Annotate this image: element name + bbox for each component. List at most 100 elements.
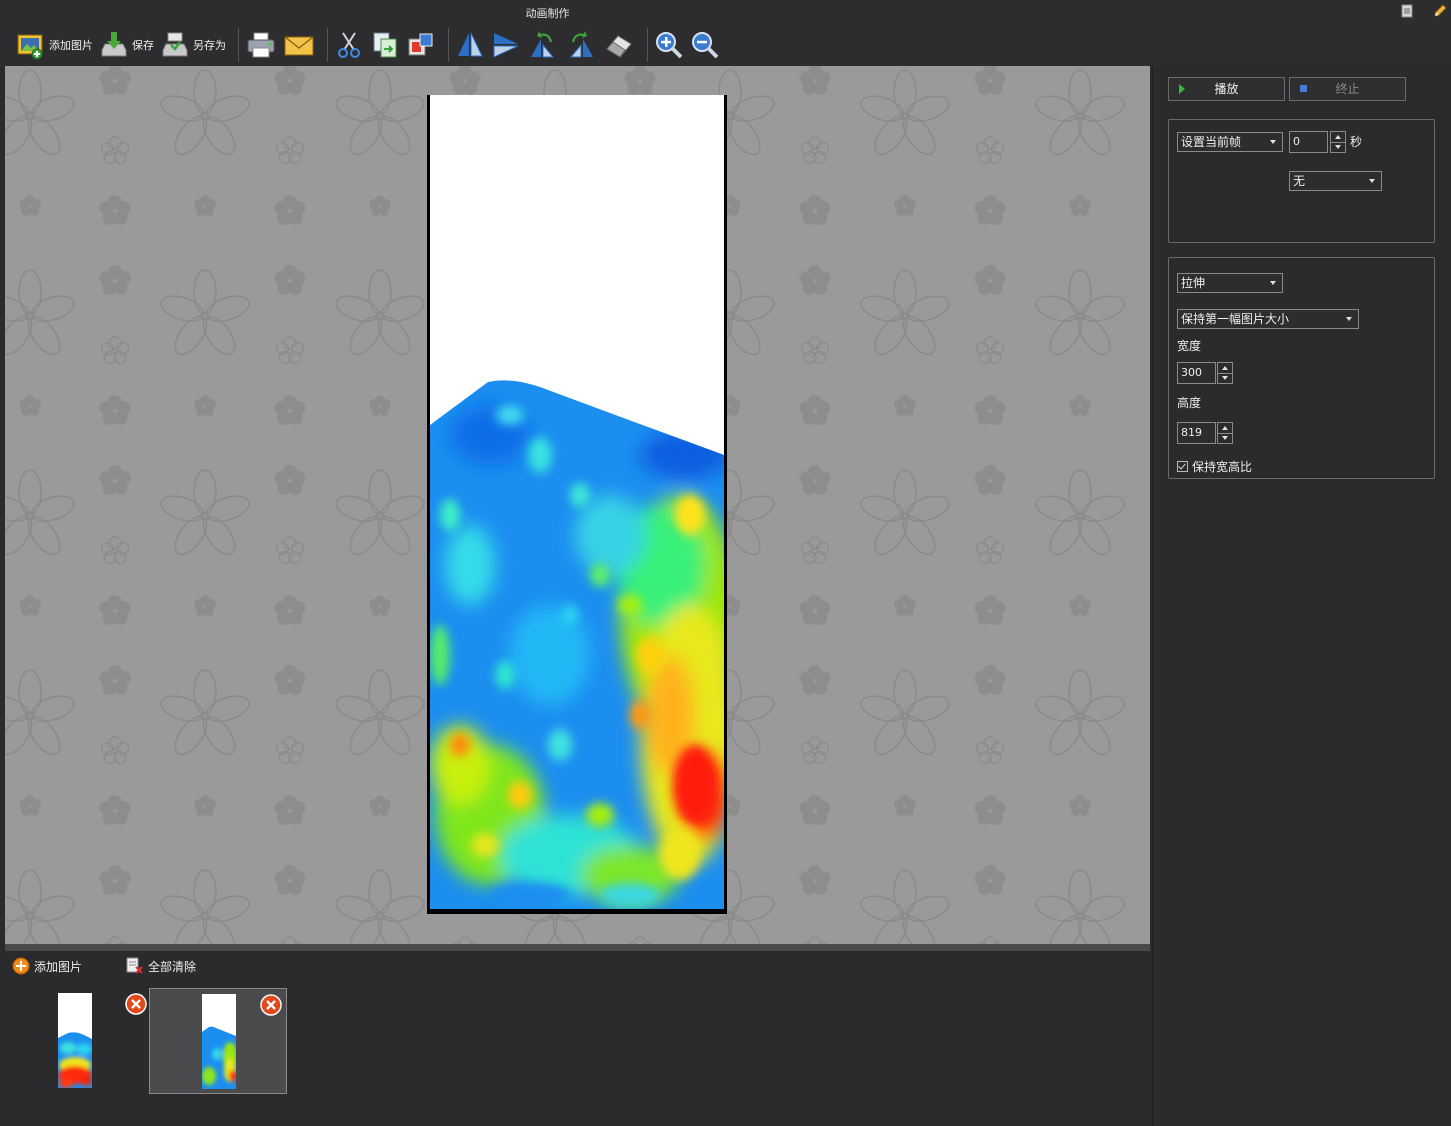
clear-document-icon — [126, 957, 143, 974]
crop-resize-icon — [408, 33, 433, 56]
flip-horizontal-button[interactable] — [455, 27, 485, 63]
rotate-right-icon — [569, 31, 593, 58]
checkbox-checked-icon[interactable] — [1177, 461, 1188, 472]
thumbnail-heatmap-2 — [202, 1026, 236, 1089]
frame-mode-value: 设置当前帧 — [1181, 135, 1242, 149]
transition-select[interactable]: 无 — [1289, 171, 1382, 191]
save-button[interactable]: 保存 — [99, 27, 154, 63]
email-button[interactable] — [283, 27, 315, 63]
flip-vertical-icon — [493, 33, 519, 58]
zoom-out-button[interactable] — [690, 27, 720, 63]
rotate-left-button[interactable] — [527, 27, 559, 63]
chevron-down-icon — [1369, 179, 1375, 183]
clear-all-label: 全部清除 — [148, 959, 197, 974]
chevron-down-icon — [1346, 317, 1352, 321]
add-frame-label: 添加图片 — [34, 959, 83, 974]
thumbnail-image — [58, 993, 92, 1088]
save-as-icon — [162, 32, 188, 57]
frame-seconds-value: 0 — [1293, 135, 1300, 148]
add-circle-icon — [12, 957, 30, 975]
scissors-icon — [338, 32, 360, 58]
stop-icon — [1300, 85, 1307, 92]
stepper-down-icon[interactable] — [1218, 433, 1232, 443]
rotate-left-icon — [531, 31, 555, 58]
height-value: 819 — [1181, 426, 1202, 439]
play-icon — [1179, 84, 1185, 94]
height-label: 高度 — [1177, 396, 1202, 410]
frame-seconds-input[interactable]: 0 — [1289, 131, 1328, 153]
delete-frame-icon[interactable] — [260, 994, 282, 1016]
toolbar-separator — [238, 28, 239, 62]
frame-seconds-stepper[interactable] — [1330, 131, 1346, 153]
frame-thumbnail-1[interactable] — [15, 988, 153, 1094]
stepper-down-icon[interactable] — [1331, 142, 1345, 152]
heatmap-image — [430, 95, 724, 909]
envelope-icon — [284, 36, 314, 56]
toolbar-separator — [448, 28, 449, 62]
zoom-out-icon — [692, 32, 719, 59]
height-stepper[interactable] — [1217, 422, 1233, 444]
crop-button[interactable] — [406, 27, 436, 63]
toolbar-separator — [327, 28, 328, 62]
flip-horizontal-icon — [458, 32, 483, 57]
save-label: 保存 — [132, 39, 154, 52]
keep-ratio-checkbox[interactable]: 保持宽高比 — [1177, 458, 1252, 475]
size-settings-group: 拉伸 保持第一幅图片大小 宽度 300 高度 819 保持宽高比 — [1168, 257, 1435, 479]
stop-button[interactable]: 终止 — [1289, 77, 1406, 101]
frame-strip: 添加图片 全部清除 — [0, 951, 1152, 1126]
stop-label: 终止 — [1335, 82, 1360, 96]
add-image-label: 添加图片 — [49, 39, 93, 52]
flip-vertical-button[interactable] — [491, 27, 521, 63]
title-bar: 动画制作 — [0, 0, 1451, 24]
preview-canvas[interactable] — [5, 66, 1150, 944]
save-as-button[interactable]: 另存为 — [160, 27, 226, 63]
pencil-icon[interactable] — [1432, 3, 1448, 19]
thumbnail-heatmap-1 — [58, 1032, 92, 1088]
delete-frame-icon[interactable] — [125, 993, 147, 1015]
document-icon[interactable] — [1399, 3, 1415, 19]
add-frame-button[interactable]: 添加图片 — [12, 957, 82, 975]
rotate-right-button[interactable] — [565, 27, 597, 63]
copy-button[interactable] — [370, 27, 400, 63]
stretch-mode-value: 拉伸 — [1181, 276, 1206, 290]
frame-mode-select[interactable]: 设置当前帧 — [1177, 132, 1283, 152]
add-image-button[interactable]: 添加图片 — [16, 27, 93, 63]
thumbnail-image — [202, 994, 236, 1089]
add-image-icon — [17, 34, 43, 60]
stepper-down-icon[interactable] — [1218, 373, 1232, 383]
printer-icon — [247, 32, 275, 58]
toolbar-separator — [647, 28, 648, 62]
zoom-in-icon — [656, 32, 683, 59]
save-download-icon — [101, 32, 127, 57]
window-title: 动画制作 — [525, 7, 570, 20]
height-input[interactable]: 819 — [1177, 422, 1216, 444]
clear-all-button[interactable]: 全部清除 — [124, 957, 196, 975]
play-button[interactable]: 播放 — [1168, 77, 1285, 101]
chevron-down-icon — [1270, 281, 1276, 285]
copy-icon — [373, 32, 397, 58]
zoom-in-button[interactable] — [654, 27, 684, 63]
play-label: 播放 — [1214, 82, 1239, 96]
keep-ratio-label: 保持宽高比 — [1192, 460, 1253, 474]
cut-button[interactable] — [334, 27, 364, 63]
canvas-splitter[interactable] — [5, 944, 1150, 951]
current-frame-image[interactable] — [427, 95, 727, 914]
stretch-mode-select[interactable]: 拉伸 — [1177, 273, 1283, 293]
frame-settings-group: 设置当前帧 0 秒 无 — [1168, 119, 1435, 243]
eraser-button[interactable] — [603, 27, 635, 63]
settings-panel: 播放 终止 设置当前帧 0 秒 无 拉伸 保持第一幅图片大小 宽度 300 高度… — [1152, 66, 1451, 1126]
width-input[interactable]: 300 — [1177, 362, 1216, 384]
toolbar: 添加图片 保存 另存为 — [0, 24, 1451, 66]
width-stepper[interactable] — [1217, 362, 1233, 384]
size-mode-select[interactable]: 保持第一幅图片大小 — [1177, 309, 1359, 329]
print-button[interactable] — [245, 27, 277, 63]
frame-thumbnail-2[interactable] — [149, 988, 287, 1094]
width-value: 300 — [1181, 366, 1202, 379]
seconds-unit-label: 秒 — [1350, 135, 1363, 149]
eraser-icon — [606, 35, 632, 58]
transition-value: 无 — [1293, 174, 1306, 188]
width-label: 宽度 — [1177, 339, 1202, 353]
save-as-label: 另存为 — [193, 39, 226, 52]
size-mode-value: 保持第一幅图片大小 — [1181, 312, 1290, 326]
chevron-down-icon — [1270, 140, 1276, 144]
